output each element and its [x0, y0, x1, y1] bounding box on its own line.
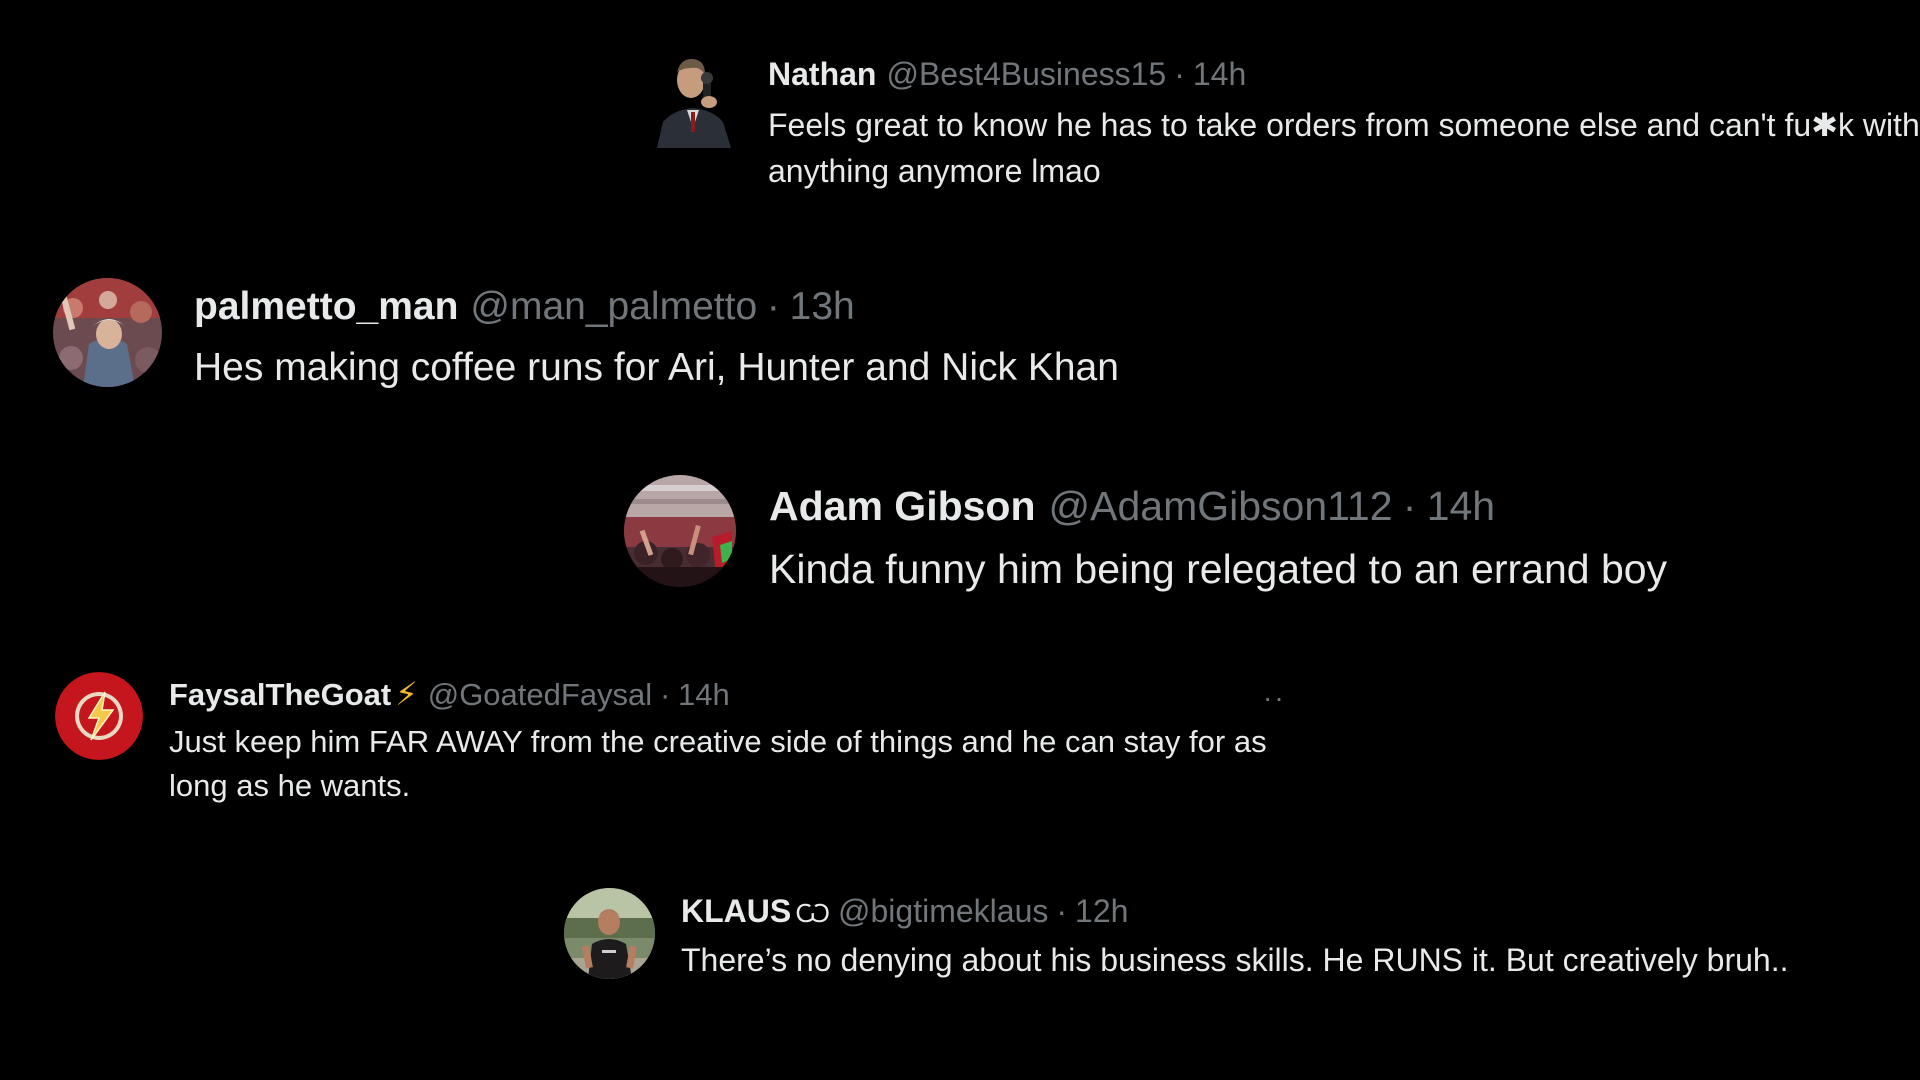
tweet-collage: Nathan @Best4Business15 · 14h Feels grea… [0, 0, 1920, 1080]
lightning-bolt-icon: ⚡ [395, 676, 418, 712]
separator-dot: · [1402, 483, 1417, 529]
separator-dot: · [766, 285, 780, 328]
tweet-text: There’s no denying about his business sk… [681, 942, 1789, 978]
tweet-header: FaysalTheGoat ⚡ @GoatedFaysal · 14h [169, 672, 1299, 718]
timestamp[interactable]: 12h [1075, 888, 1128, 934]
tweet-nathan[interactable]: Nathan @Best4Business15 · 14h Feels grea… [651, 50, 1920, 194]
user-handle[interactable]: @bigtimeklaus [838, 888, 1048, 934]
separator-dot: · [1174, 56, 1185, 92]
user-handle[interactable]: @GoatedFaysal [428, 672, 652, 718]
tweet-text: Hes making coffee runs for Ari, Hunter a… [194, 346, 1119, 389]
tweet-text: Kinda funny him being relegated to an er… [769, 546, 1668, 592]
crowd-cheering-icon [53, 278, 162, 387]
display-name[interactable]: palmetto_man [194, 280, 458, 334]
man-outdoors-icon [564, 888, 655, 979]
tweet-header: Adam Gibson @AdamGibson112 · 14h [769, 478, 1667, 534]
tweet-faysal[interactable]: FaysalTheGoat ⚡ @GoatedFaysal · 14h Just… [55, 672, 1299, 808]
man-suit-microphone-icon [651, 50, 735, 148]
display-name[interactable]: KLAUS [681, 888, 791, 934]
avatar[interactable] [624, 475, 736, 587]
tweet-adam-gibson[interactable]: Adam Gibson @AdamGibson112 · 14h Kinda f… [624, 475, 1667, 600]
display-name[interactable]: FaysalTheGoat [169, 672, 391, 718]
avatar[interactable] [53, 278, 162, 387]
separator-dot: · [659, 677, 671, 712]
avatar[interactable] [651, 50, 735, 148]
avatar[interactable] [55, 672, 143, 760]
avatar[interactable] [564, 888, 655, 979]
more-options-icon[interactable]: ·· [1263, 682, 1286, 714]
separator-dot: · [1056, 893, 1068, 929]
stadium-crowd-icon [624, 475, 736, 587]
tweet-palmetto-man[interactable]: palmetto_man @man_palmetto · 13h Hes mak… [53, 278, 1119, 398]
tweet-header: palmetto_man @man_palmetto · 13h [194, 280, 1119, 334]
timestamp[interactable]: 14h [1193, 50, 1246, 98]
tweet-text: Just keep him FAR AWAY from the creative… [169, 724, 1276, 803]
flash-logo-icon [55, 672, 143, 760]
user-handle[interactable]: @man_palmetto [470, 280, 757, 334]
display-name[interactable]: Nathan [768, 50, 876, 98]
tweet-header: KLAUS Ѡ @bigtimeklaus · 12h [681, 888, 1821, 936]
tweet-klaus[interactable]: KLAUS Ѡ @bigtimeklaus · 12h There’s no d… [564, 888, 1821, 983]
user-handle[interactable]: @AdamGibson112 [1049, 478, 1393, 534]
timestamp[interactable]: 14h [1427, 478, 1495, 534]
tweet-header: Nathan @Best4Business15 · 14h [768, 50, 1920, 98]
tweet-text: Feels great to know he has to take order… [768, 107, 1920, 189]
display-name[interactable]: Adam Gibson [769, 478, 1036, 534]
verified-badge-icon: Ѡ [795, 898, 831, 928]
user-handle[interactable]: @Best4Business15 [886, 50, 1166, 98]
timestamp[interactable]: 13h [790, 280, 855, 334]
timestamp[interactable]: 14h [678, 672, 730, 718]
